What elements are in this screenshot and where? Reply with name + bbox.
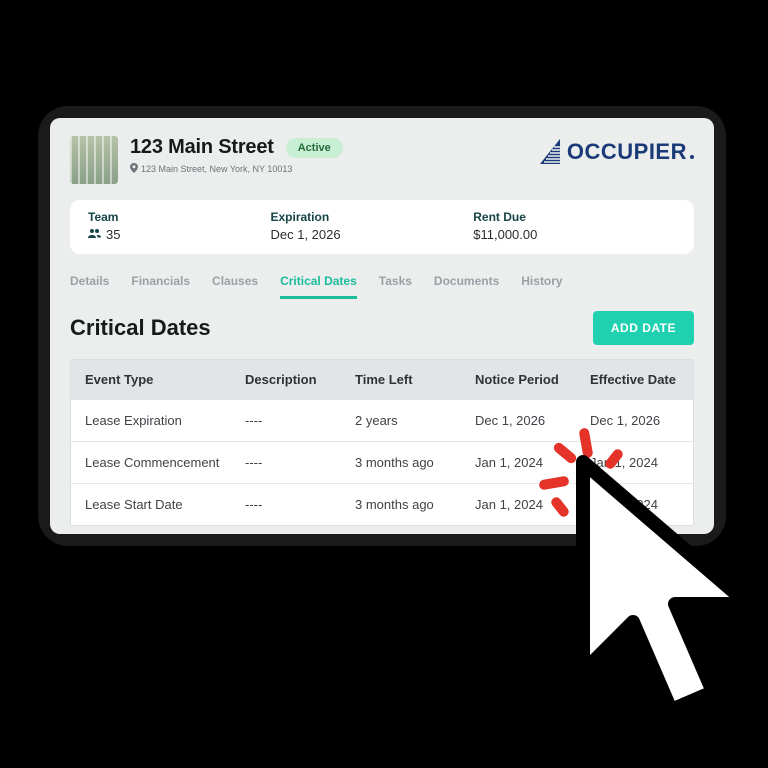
- rent-due-label: Rent Due: [473, 210, 676, 224]
- property-thumbnail: [70, 136, 118, 184]
- cell-notice-period: Jan 1, 2024: [475, 497, 590, 512]
- cell-effective-date: Jan 1, 2024: [590, 497, 679, 512]
- tab-documents[interactable]: Documents: [434, 274, 499, 299]
- cell-description: ----: [245, 413, 355, 428]
- expiration-label: Expiration: [270, 210, 473, 224]
- col-notice-period: Notice Period: [475, 372, 590, 387]
- team-label: Team: [88, 210, 270, 224]
- tab-clauses[interactable]: Clauses: [212, 274, 258, 299]
- brand-logo-icon: [539, 138, 561, 166]
- cell-time-left: 3 months ago: [355, 497, 475, 512]
- status-badge: Active: [286, 138, 343, 158]
- table-row[interactable]: Lease Commencement ---- 3 months ago Jan…: [71, 441, 693, 483]
- cell-notice-period: Dec 1, 2026: [475, 413, 590, 428]
- tablet-frame: 123 Main Street Active 123 Main Street, …: [38, 106, 726, 546]
- cell-time-left: 2 years: [355, 413, 475, 428]
- team-count: 35: [106, 227, 120, 242]
- tab-details[interactable]: Details: [70, 274, 109, 299]
- location-pin-icon: [130, 163, 138, 175]
- cell-event-type: Lease Commencement: [85, 455, 245, 470]
- page-title: 123 Main Street: [130, 136, 274, 159]
- col-time-left: Time Left: [355, 372, 475, 387]
- tab-critical-dates[interactable]: Critical Dates: [280, 274, 357, 299]
- table-row[interactable]: Lease Start Date ---- 3 months ago Jan 1…: [71, 483, 693, 525]
- cell-effective-date: Jan 1, 2024: [590, 455, 679, 470]
- add-date-button[interactable]: ADD DATE: [593, 311, 694, 345]
- property-address: 123 Main Street, New York, NY 10013: [141, 164, 292, 174]
- cell-event-type: Lease Expiration: [85, 413, 245, 428]
- cell-time-left: 3 months ago: [355, 455, 475, 470]
- col-event-type: Event Type: [85, 372, 245, 387]
- cell-description: ----: [245, 497, 355, 512]
- cell-notice-period: Jan 1, 2024: [475, 455, 590, 470]
- rent-due-value: $11,000.00: [473, 227, 676, 242]
- address-line: 123 Main Street, New York, NY 10013: [130, 163, 343, 175]
- tab-tasks[interactable]: Tasks: [379, 274, 412, 299]
- cell-event-type: Lease Start Date: [85, 497, 245, 512]
- cell-effective-date: Dec 1, 2026: [590, 413, 679, 428]
- property-header: 123 Main Street Active 123 Main Street, …: [70, 136, 343, 184]
- tab-bar: Details Financials Clauses Critical Date…: [70, 274, 694, 299]
- table-body: Lease Expiration ---- 2 years Dec 1, 202…: [71, 399, 693, 525]
- brand-name: OCCUPIER: [567, 139, 694, 165]
- tab-financials[interactable]: Financials: [131, 274, 190, 299]
- col-effective-date: Effective Date: [590, 372, 679, 387]
- expiration-value: Dec 1, 2026: [270, 227, 473, 242]
- brand-logo: OCCUPIER: [539, 138, 694, 166]
- table-header-row: Event Type Description Time Left Notice …: [71, 360, 693, 399]
- col-description: Description: [245, 372, 355, 387]
- team-icon: [88, 228, 101, 242]
- summary-card: Team 35 Expiration Dec 1, 2026 Rent Due …: [70, 200, 694, 254]
- table-row[interactable]: Lease Expiration ---- 2 years Dec 1, 202…: [71, 399, 693, 441]
- cell-description: ----: [245, 455, 355, 470]
- tab-history[interactable]: History: [521, 274, 562, 299]
- section-title: Critical Dates: [70, 315, 211, 341]
- header: 123 Main Street Active 123 Main Street, …: [70, 136, 694, 184]
- critical-dates-table: Event Type Description Time Left Notice …: [70, 359, 694, 526]
- app-screen: 123 Main Street Active 123 Main Street, …: [50, 118, 714, 534]
